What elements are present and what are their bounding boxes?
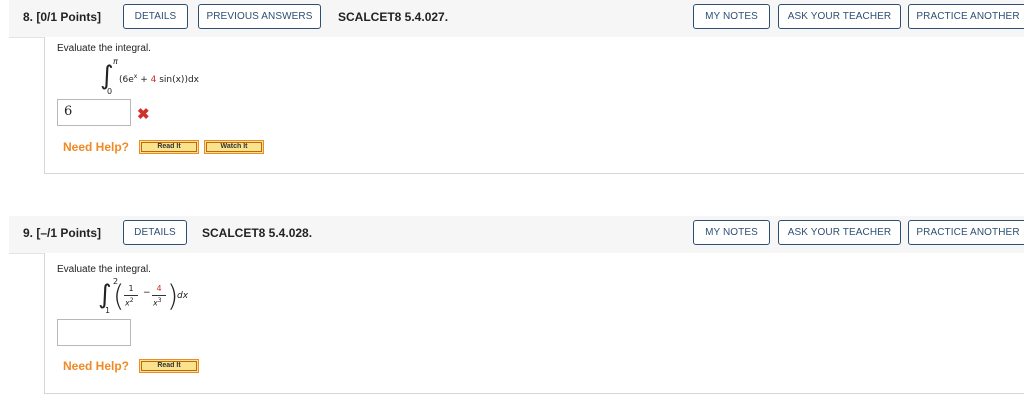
- upper-limit: π: [113, 57, 118, 66]
- dx-label: dx: [177, 291, 189, 301]
- left-paren: (: [113, 279, 125, 313]
- lower-limit: 0: [107, 87, 113, 96]
- lower-limit: 1: [105, 306, 111, 315]
- question-8-body: Evaluate the integral. ∫ π 0 (6ex + 4 si…: [44, 37, 1024, 174]
- question-9-header: 9. [–/1 Points] DETAILS SCALCET8 5.4.028…: [9, 216, 1024, 254]
- details-button[interactable]: DETAILS: [123, 4, 188, 29]
- question-code: SCALCET8 5.4.028.: [202, 226, 313, 240]
- integrand: (6ex + 4 sin(x))dx: [119, 73, 199, 85]
- fraction-1-numerator: 1: [128, 284, 134, 293]
- question-code: SCALCET8 5.4.027.: [338, 10, 449, 24]
- fraction-1-denominator: x2: [125, 297, 134, 308]
- my-notes-button[interactable]: MY NOTES: [693, 4, 770, 29]
- answer-input[interactable]: [57, 319, 131, 346]
- question-9-body: Evaluate the integral. ∫ 2 1 ( 1 x2 − 4 …: [44, 253, 1024, 394]
- ask-your-teacher-button[interactable]: ASK YOUR TEACHER: [778, 220, 901, 245]
- practice-another-button[interactable]: PRACTICE ANOTHER: [908, 220, 1024, 245]
- minus-sign: −: [143, 288, 151, 298]
- incorrect-x-icon: ✖: [137, 106, 150, 123]
- watch-it-button[interactable]: Watch It: [204, 140, 264, 154]
- question-prompt: Evaluate the integral.: [57, 264, 151, 275]
- read-it-button[interactable]: Read It: [139, 140, 199, 154]
- fraction-2-bar: [152, 295, 166, 296]
- read-it-button[interactable]: Read It: [139, 359, 199, 373]
- my-notes-button[interactable]: MY NOTES: [693, 220, 770, 245]
- practice-another-button[interactable]: PRACTICE ANOTHER: [908, 4, 1024, 29]
- details-button[interactable]: DETAILS: [123, 220, 187, 245]
- ask-your-teacher-button[interactable]: ASK YOUR TEACHER: [778, 4, 901, 29]
- question-number: 8. [0/1 Points]: [23, 10, 102, 24]
- fraction-1-bar: [124, 295, 138, 296]
- question-prompt: Evaluate the integral.: [57, 43, 151, 54]
- need-help-label: Need Help?: [63, 359, 130, 373]
- need-help-label: Need Help?: [63, 140, 130, 154]
- previous-answers-button[interactable]: PREVIOUS ANSWERS: [198, 4, 321, 29]
- question-8-header: 8. [0/1 Points] DETAILS PREVIOUS ANSWERS…: [9, 0, 1024, 38]
- answer-input[interactable]: 6: [57, 99, 131, 126]
- question-number: 9. [–/1 Points]: [23, 226, 102, 240]
- fraction-2-numerator: 4: [156, 284, 162, 293]
- fraction-2-denominator: x3: [153, 297, 162, 308]
